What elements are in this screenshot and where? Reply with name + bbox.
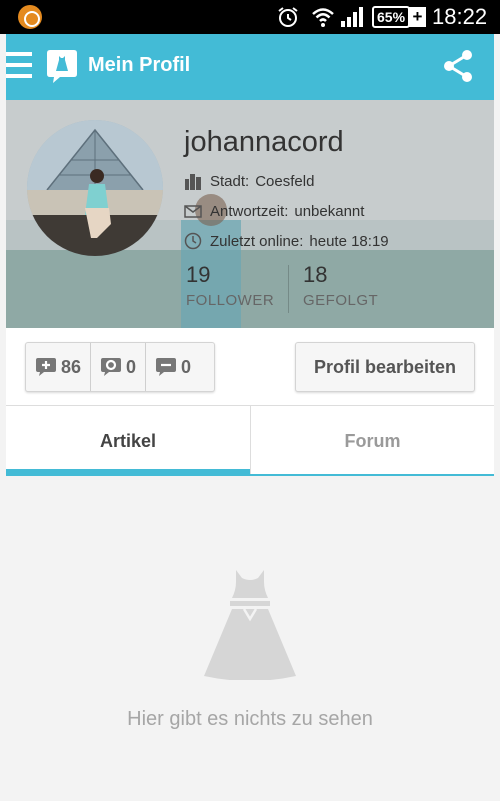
last-online-label: Zuletzt online:: [210, 232, 304, 250]
mail-icon: [184, 205, 202, 218]
action-bar: 86 0 0 Profil bearbeiten: [6, 328, 494, 406]
app-notification-icon: [18, 5, 42, 29]
dress-icon: [204, 570, 296, 680]
add-comment-icon: [36, 358, 56, 376]
profile-header: johannacord Stadt: Coesfeld Antwortzeit:…: [6, 100, 494, 328]
app-logo-icon: [47, 50, 77, 83]
following-stat[interactable]: 18 GEFOLGT: [303, 262, 378, 309]
question-counter[interactable]: 0: [90, 343, 145, 391]
empty-state: Hier gibt es nichts zu sehen: [6, 476, 494, 801]
menu-icon[interactable]: [6, 52, 32, 82]
share-icon[interactable]: [440, 48, 476, 84]
comment-icon: [156, 358, 177, 376]
response-time-label: Antwortzeit:: [210, 202, 289, 220]
add-counter[interactable]: 86: [26, 343, 90, 391]
clock-time: 18:22: [432, 4, 488, 29]
city-icon: [185, 174, 201, 190]
empty-state-text: Hier gibt es nichts zu sehen: [127, 708, 373, 730]
username: johannacord: [184, 126, 344, 158]
wifi-icon: [312, 8, 334, 27]
signal-icon: [341, 7, 363, 27]
comment-count: 0: [181, 356, 192, 377]
last-online-row: Zuletzt online: heute 18:19: [184, 232, 389, 250]
battery-icon: 65%: [372, 6, 411, 28]
charging-icon: +: [409, 7, 426, 27]
followers-count: 19: [186, 262, 211, 287]
tab-forum[interactable]: Forum: [250, 406, 494, 476]
city-label: Stadt:: [210, 172, 250, 190]
page-title: Mein Profil: [88, 54, 191, 76]
question-count: 0: [126, 356, 137, 377]
tab-bar: Artikel Forum: [6, 406, 494, 476]
counter-group: 86 0 0: [25, 342, 215, 392]
following-count: 18: [303, 262, 328, 287]
status-bar: 65% + 18:22: [0, 0, 500, 34]
followers-label: FOLLOWER: [186, 292, 275, 309]
city-value: Coesfeld: [255, 172, 315, 190]
clock-icon: [184, 232, 202, 250]
active-tab-indicator: [6, 469, 250, 476]
city-row: Stadt: Coesfeld: [184, 172, 314, 190]
alarm-icon: [278, 7, 298, 27]
tab-artikel[interactable]: Artikel: [6, 406, 250, 476]
stat-divider: [288, 265, 289, 313]
following-label: GEFOLGT: [303, 292, 379, 309]
followers-stat[interactable]: 19 FOLLOWER: [186, 262, 274, 309]
add-count: 86: [61, 356, 82, 377]
avatar[interactable]: [27, 120, 163, 256]
response-time-value: unbekannt: [294, 202, 365, 220]
edit-profile-button[interactable]: Profil bearbeiten: [295, 342, 475, 392]
response-time-row: Antwortzeit: unbekannt: [184, 202, 364, 220]
comment-counter[interactable]: 0: [145, 343, 200, 391]
app-bar: Mein Profil: [6, 34, 494, 100]
last-online-value: heute 18:19: [309, 232, 389, 250]
question-icon: [101, 358, 122, 376]
